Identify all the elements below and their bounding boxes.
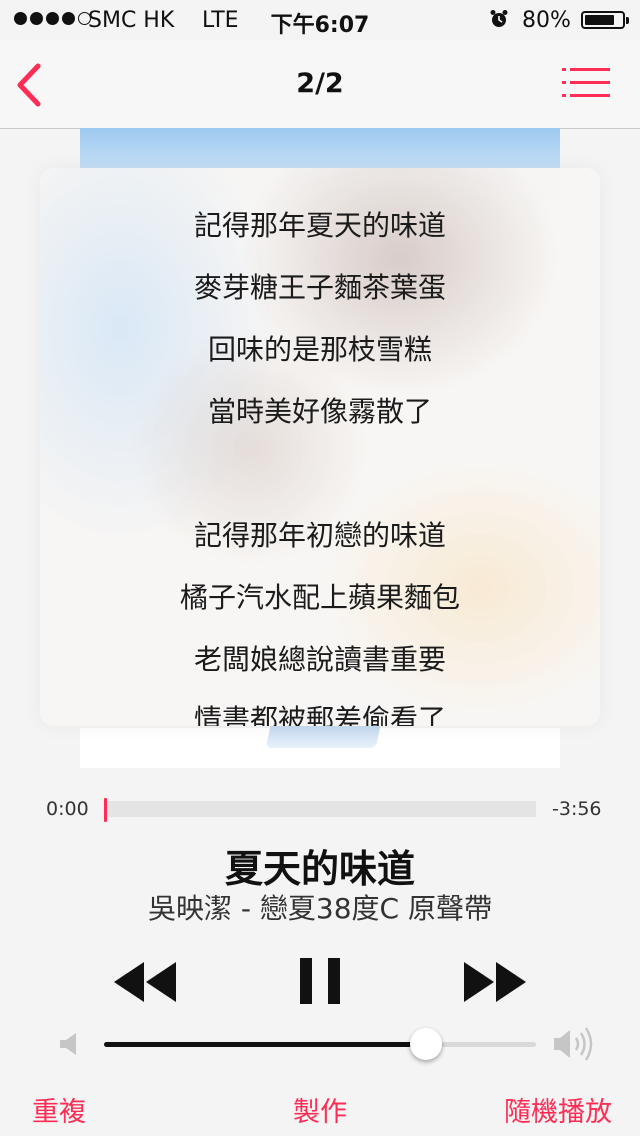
lyric-line: 橘子汽水配上蘋果麵包	[179, 581, 460, 614]
status-bar: SMC HK LTE 下午6:07 80%	[0, 0, 640, 40]
alarm-clock-icon	[490, 10, 508, 27]
lyric-line: 老闆娘總說讀書重要	[193, 643, 446, 676]
scrubber-head[interactable]	[104, 798, 107, 822]
lyric-line: 當時美好像霧散了	[207, 395, 432, 428]
volume-low-icon	[60, 1033, 76, 1055]
fast-forward-icon[interactable]	[464, 962, 526, 1002]
rewind-icon[interactable]	[114, 962, 176, 1002]
song-title: 夏天的味道	[224, 847, 415, 891]
volume-high-icon	[554, 1027, 593, 1061]
remaining-time: -3:56	[552, 798, 602, 820]
elapsed-time: 0:00	[46, 798, 89, 820]
lyric-line: 記得那年初戀的味道	[193, 519, 446, 552]
shuffle-button[interactable]: 隨機播放	[504, 1090, 612, 1129]
list-icon[interactable]	[562, 68, 610, 98]
progress-scrubber[interactable]	[104, 798, 536, 822]
battery-percentage: 80%	[522, 8, 571, 33]
navigation-bar: 2/2	[0, 40, 640, 129]
artist-album: 吳映潔 - 戀夏38度C 原聲帶	[148, 892, 492, 925]
volume-knob[interactable]	[409, 1028, 442, 1060]
lyric-line: 麥芽糖王子麵茶葉蛋	[193, 271, 446, 304]
artwork-bottom	[80, 708, 560, 768]
lyric-line: 情書都被郵差偷看了	[193, 703, 446, 726]
battery-icon	[581, 11, 629, 29]
lyric-line: 回味的是那枝雪糕	[207, 333, 432, 366]
lyrics-panel[interactable]: 記得那年夏天的味道 麥芽糖王子麵茶葉蛋 回味的是那枝雪糕 當時美好像霧散了 記得…	[40, 168, 600, 726]
page-title: 2/2	[296, 68, 344, 99]
lyric-line: 記得那年夏天的味道	[193, 209, 446, 242]
pause-icon[interactable]	[300, 958, 340, 1004]
volume-slider[interactable]	[104, 1028, 536, 1060]
